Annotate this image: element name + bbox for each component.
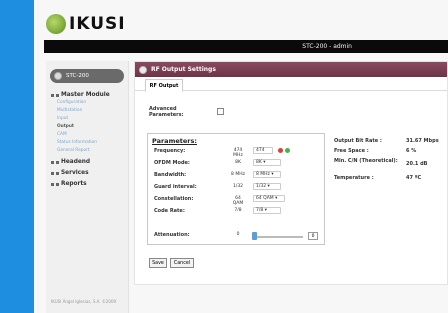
attenuation-slider-track[interactable] <box>253 236 303 238</box>
nav-item-status-information[interactable]: Status Information <box>57 139 128 146</box>
temperature-label: Temperature : <box>334 175 374 181</box>
nav-item-services[interactable]: Services <box>51 170 128 176</box>
device-status-icon <box>54 72 62 80</box>
frequency-value: 474 MHz <box>233 148 243 158</box>
expand-icon <box>51 171 54 175</box>
constellation-select[interactable]: 64 QAM ▾ <box>253 195 285 202</box>
code-rate-select[interactable]: 7/8 ▾ <box>253 207 281 214</box>
nav-item-configuration[interactable]: Configuration <box>57 99 128 106</box>
folder-icon <box>56 171 59 175</box>
logo-mark-icon <box>46 14 66 34</box>
app-frame: IKUSI STC-200 - admin STC-200 Master Mod… <box>34 0 448 313</box>
rf-output-panel: RF Output Settings RF Output Advanced Pa… <box>134 61 448 285</box>
parameters-box: Parameters: Frequency: 474 MHz 474 OFDM … <box>147 133 325 245</box>
bandwidth-select[interactable]: 8 MHz ▾ <box>253 171 281 178</box>
ofdm-mode-select[interactable]: 8K ▾ <box>253 159 281 166</box>
nav-item-output[interactable]: Output <box>57 123 128 130</box>
tab-bar: RF Output <box>135 77 447 92</box>
folder-icon <box>56 182 59 186</box>
panel-title: RF Output Settings <box>151 66 216 73</box>
expand-icon <box>51 160 54 164</box>
min-cn-value: 20.1 dB <box>406 161 428 167</box>
advanced-parameters-label: Advanced Parameters: <box>149 106 184 118</box>
copyright-footer: IKUSI Ángel Iglesias, S.A. ©2009 <box>51 299 117 304</box>
device-selector[interactable]: STC-200 <box>50 69 124 83</box>
temperature-value: 47 ºC <box>406 175 422 181</box>
guard-interval-label: Guard interval: <box>154 184 197 190</box>
bandwidth-value: 8 MHz <box>231 172 245 177</box>
bandwidth-label: Bandwidth: <box>154 172 187 178</box>
folder-icon <box>56 93 59 97</box>
logo-text: IKUSI <box>69 14 126 34</box>
attenuation-value: 0 <box>236 232 240 237</box>
guard-interval-select[interactable]: 1/32 ▾ <box>253 183 281 190</box>
advanced-parameters-checkbox[interactable] <box>217 108 224 115</box>
status-green-icon <box>285 148 290 153</box>
nav-item-reports[interactable]: Reports <box>51 181 128 187</box>
tab-rf-output[interactable]: RF Output <box>145 79 183 92</box>
attenuation-input[interactable]: 0 <box>308 232 318 240</box>
top-bar: STC-200 - admin <box>44 40 448 53</box>
cancel-button[interactable]: Cancel <box>170 258 194 268</box>
nav-item-headend[interactable]: Headend <box>51 159 128 165</box>
guard-interval-value: 1/32 <box>232 184 244 189</box>
save-button[interactable]: Save <box>149 258 167 268</box>
constellation-label: Constellation: <box>154 196 194 202</box>
free-space-label: Free Space : <box>334 148 369 154</box>
code-rate-value: 7/8 <box>234 208 242 213</box>
output-bit-rate-value: 31.67 Mbps <box>406 138 439 144</box>
left-accent-strip <box>0 0 34 313</box>
device-label: STC-200 <box>66 73 89 79</box>
output-bit-rate-label: Output Bit Rate : <box>334 138 382 144</box>
session-label: STC-200 - admin <box>302 43 352 50</box>
nav-item-general-report[interactable]: General Report <box>57 147 128 154</box>
nav-item-input[interactable]: Input <box>57 115 128 122</box>
folder-icon <box>56 160 59 164</box>
ofdm-mode-label: OFDM Mode: <box>154 160 190 166</box>
attenuation-label: Attenuation: <box>154 232 190 238</box>
nav-item-multistation[interactable]: Multistation <box>57 107 128 114</box>
expand-icon <box>51 182 54 186</box>
parameters-title: Parameters: <box>152 137 197 145</box>
frequency-label: Frequency: <box>154 148 186 154</box>
constellation-value: 64 QAM <box>232 196 244 206</box>
brand-logo: IKUSI <box>46 14 126 34</box>
panel-icon <box>139 65 147 74</box>
nav-item-master-module[interactable]: Master Module <box>51 92 128 98</box>
code-rate-label: Code Rate: <box>154 208 185 214</box>
panel-header: RF Output Settings <box>135 62 447 77</box>
free-space-value: 6 % <box>406 148 417 154</box>
ofdm-mode-value: 8K <box>235 160 241 165</box>
frequency-input[interactable]: 474 <box>253 147 273 154</box>
status-red-icon <box>278 148 283 153</box>
expand-icon <box>51 93 54 97</box>
min-cn-label: Min. C/N (Theoretical): <box>334 158 398 164</box>
attenuation-slider-handle[interactable] <box>252 232 257 240</box>
left-navigation: STC-200 Master Module Configuration Mult… <box>46 61 129 313</box>
nav-item-cam[interactable]: CAM <box>57 131 128 138</box>
